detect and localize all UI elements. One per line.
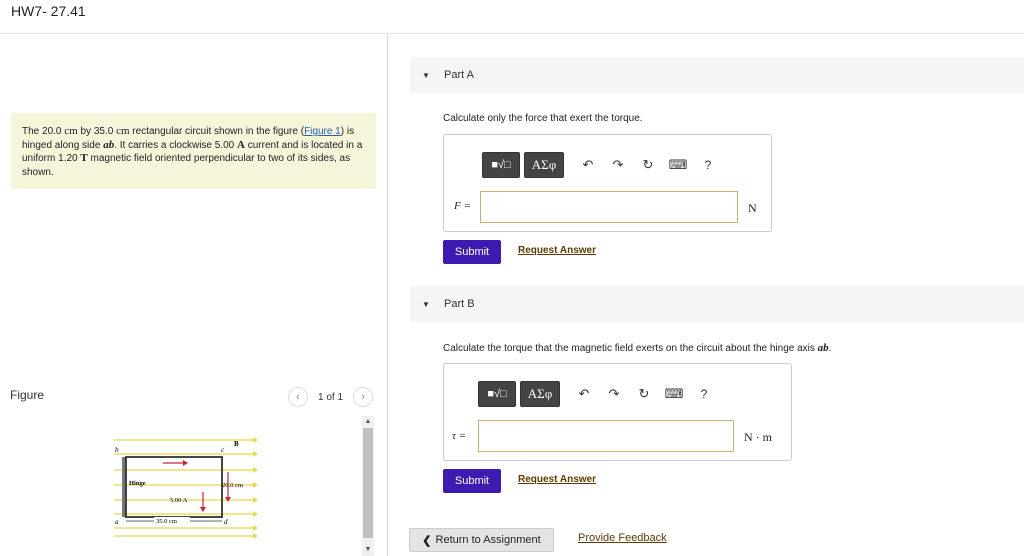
force-answer-input[interactable] <box>480 191 738 223</box>
problem-text: by 35.0 <box>77 126 117 137</box>
scroll-thumb[interactable] <box>363 428 373 538</box>
part-b-header[interactable]: ▼ Part B <box>410 286 1024 322</box>
part-b-toolbar: ■√□ ΑΣφ ↶ ↷ ↻ ⌨ ? <box>478 380 714 408</box>
header-divider <box>0 33 1024 34</box>
problem-text: . It carries a clockwise 5.00 <box>114 139 238 151</box>
greek-symbols-button[interactable]: ΑΣφ <box>524 152 564 178</box>
undo-icon[interactable]: ↶ <box>578 152 598 178</box>
keyboard-icon[interactable]: ⌨ <box>664 381 684 407</box>
redo-icon[interactable]: ↷ <box>604 381 624 407</box>
reset-icon[interactable]: ↻ <box>634 381 654 407</box>
figure-scrollbar[interactable]: ▲ ▼ <box>362 416 374 556</box>
part-b-label: Part B <box>444 298 475 310</box>
problem-text: The 20.0 <box>22 126 65 137</box>
unit-text: A <box>237 138 245 151</box>
part-a-request-answer-link[interactable]: Request Answer <box>518 245 596 256</box>
chevron-left-icon[interactable]: ‹ <box>288 387 308 407</box>
triangle-down-icon[interactable]: ▼ <box>422 71 434 80</box>
problem-statement: The 20.0 cm by 35.0 cm rectangular circu… <box>11 113 376 189</box>
part-a-submit-button[interactable]: Submit <box>443 240 501 264</box>
triangle-down-icon[interactable]: ▼ <box>422 300 434 309</box>
current-label: 5.00 A <box>170 497 188 504</box>
torque-variable-label: τ = <box>452 430 467 442</box>
templates-button[interactable]: ■√□ <box>478 381 516 407</box>
chevron-right-icon[interactable]: › <box>353 387 374 407</box>
figure-link[interactable]: Figure 1 <box>304 126 341 137</box>
corner-b-label: b <box>115 446 119 454</box>
chevron-left-icon: ❮ <box>422 534 432 547</box>
side-label: ab <box>103 138 115 151</box>
corner-a-label: a <box>115 518 119 526</box>
height-label: 20.0 cm <box>222 482 243 489</box>
part-b-submit-button[interactable]: Submit <box>443 469 501 493</box>
undo-icon[interactable]: ↶ <box>574 381 594 407</box>
redo-icon[interactable]: ↷ <box>608 152 628 178</box>
question-text: Calculate the torque that the magnetic f… <box>443 343 818 354</box>
circuit-figure: b c a d B Hinge 20.0 cm 5.00 A 35.0 cm <box>108 432 258 542</box>
keyboard-icon[interactable]: ⌨ <box>668 152 688 178</box>
question-text: . <box>828 343 832 354</box>
column-divider <box>387 34 388 556</box>
hinge-label: Hinge <box>129 480 146 487</box>
corner-d-label: d <box>224 518 228 526</box>
part-a-answer-box: ■√□ ΑΣφ ↶ ↷ ↻ ⌨ ? F = N <box>443 134 772 232</box>
force-unit-label: N <box>748 201 757 215</box>
corner-c-label: c <box>221 446 225 454</box>
reset-icon[interactable]: ↻ <box>638 152 658 178</box>
unit-text: cm <box>64 125 78 137</box>
return-label: Return to Assignment <box>435 534 541 546</box>
figure-pager: ‹ 1 of 1 › <box>288 387 374 407</box>
part-a-label: Part A <box>444 69 474 81</box>
part-b-request-answer-link[interactable]: Request Answer <box>518 474 596 485</box>
force-variable-label: F = <box>454 200 471 212</box>
part-a-question: Calculate only the force that exert the … <box>443 113 643 124</box>
part-a-toolbar: ■√□ ΑΣφ ↶ ↷ ↻ ⌨ ? <box>482 151 718 179</box>
unit-text: T <box>80 152 88 164</box>
torque-unit-label: N · m <box>744 430 772 444</box>
scroll-up-icon[interactable]: ▲ <box>362 416 374 428</box>
provide-feedback-link[interactable]: Provide Feedback <box>578 532 667 544</box>
axis-label: ab <box>817 342 829 354</box>
part-b-question: Calculate the torque that the magnetic f… <box>443 342 831 354</box>
pager-text: 1 of 1 <box>318 391 344 403</box>
figure-label: Figure <box>10 388 45 402</box>
unit-text: cm <box>116 125 130 137</box>
torque-answer-input[interactable] <box>478 420 734 452</box>
return-to-assignment-button[interactable]: ❮ Return to Assignment <box>409 528 554 552</box>
page-title: HW7- 27.41 <box>11 3 86 19</box>
templates-button[interactable]: ■√□ <box>482 152 520 178</box>
problem-text: rectangular circuit shown in the figure … <box>129 126 305 137</box>
part-a-header[interactable]: ▼ Part A <box>410 57 1024 93</box>
width-label: 35.0 cm <box>156 518 177 525</box>
help-button[interactable]: ? <box>694 381 714 407</box>
part-b-answer-box: ■√□ ΑΣφ ↶ ↷ ↻ ⌨ ? τ = N · m <box>443 363 792 461</box>
field-label: B <box>234 440 239 448</box>
greek-symbols-button[interactable]: ΑΣφ <box>520 381 560 407</box>
scroll-down-icon[interactable]: ▼ <box>362 544 374 556</box>
help-button[interactable]: ? <box>698 152 718 178</box>
